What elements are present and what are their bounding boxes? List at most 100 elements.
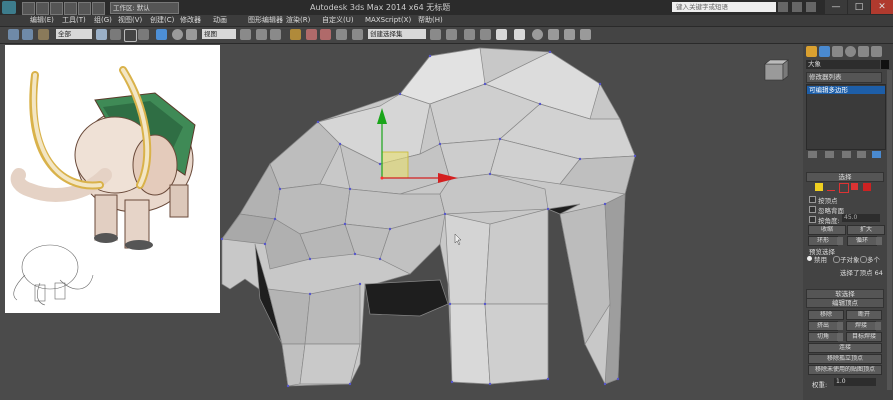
reference-coordinate-dropdown[interactable]: 视图 (202, 29, 236, 39)
break-button[interactable]: 断开 (846, 310, 882, 320)
rotate-icon[interactable] (172, 29, 183, 40)
select-by-name-icon[interactable] (110, 29, 121, 40)
weight-spinner[interactable]: 1.0 (834, 378, 876, 386)
render-production-icon[interactable] (580, 29, 591, 40)
border-mode-icon[interactable] (839, 183, 849, 193)
minimize-button[interactable]: — (825, 0, 847, 14)
create-tab-icon[interactable] (806, 46, 817, 57)
workspace-dropdown[interactable]: 工作区: 默认 (110, 2, 179, 14)
mirror-icon[interactable] (430, 29, 441, 40)
select-object-icon[interactable] (96, 29, 107, 40)
modify-tab-icon[interactable] (819, 46, 830, 57)
utilities-tab-icon[interactable] (871, 46, 882, 57)
preview-multiple-radio[interactable] (860, 256, 867, 263)
object-color-swatch[interactable] (881, 60, 889, 69)
preview-disabled-radio[interactable] (807, 256, 812, 261)
weld-settings-icon[interactable] (875, 322, 881, 330)
save-icon[interactable] (50, 2, 63, 15)
edit-vertices-rollout-header[interactable]: 编辑顶点 (806, 298, 884, 308)
element-mode-icon[interactable] (863, 183, 871, 191)
close-button[interactable]: ✕ (871, 0, 893, 14)
grow-button[interactable]: 扩大 (847, 225, 885, 235)
remove-modifier-icon[interactable] (857, 151, 866, 158)
search-input[interactable]: 键入关键字或短语 (672, 2, 776, 12)
app-logo-icon[interactable] (2, 1, 16, 14)
edit-named-selection-icon[interactable] (352, 29, 363, 40)
menu-maxscript[interactable]: MAXScript(X) (365, 15, 411, 26)
menu-customize[interactable]: 自定义(U) (322, 15, 354, 26)
scale-icon[interactable] (186, 29, 197, 40)
menu-group[interactable]: 组(G) (94, 15, 112, 26)
bind-space-warp-icon[interactable] (38, 29, 49, 40)
angle-spinner[interactable]: 45.0 (842, 214, 880, 222)
select-manipulate-icon[interactable] (256, 29, 267, 40)
unlink-icon[interactable] (22, 29, 33, 40)
align-icon[interactable] (446, 29, 457, 40)
target-weld-button[interactable]: 目标焊接 (846, 332, 882, 342)
hierarchy-tab-icon[interactable] (832, 46, 843, 57)
angle-snap-icon[interactable] (306, 29, 317, 40)
configure-modifier-sets-icon[interactable] (872, 151, 881, 158)
by-angle-checkbox[interactable] (809, 216, 816, 223)
render-setup-icon[interactable] (548, 29, 559, 40)
display-tab-icon[interactable] (858, 46, 869, 57)
menu-create[interactable]: 创建(C) (150, 15, 174, 26)
chamfer-button[interactable]: 切角 (808, 332, 838, 342)
snaps-toggle-icon[interactable] (290, 29, 301, 40)
menu-help[interactable]: 帮助(H) (418, 15, 443, 26)
remove-unused-map-verts-button[interactable]: 移除未使用的贴图顶点 (808, 365, 882, 375)
menu-modifiers[interactable]: 修改器 (180, 15, 201, 26)
keyboard-shortcut-icon[interactable] (270, 29, 281, 40)
menu-animation[interactable]: 动画 (213, 15, 227, 26)
link-icon[interactable] (8, 29, 19, 40)
make-unique-icon[interactable] (842, 151, 851, 158)
weld-button[interactable]: 焊接 (846, 321, 876, 331)
window-crossing-icon[interactable] (138, 29, 149, 40)
ring-spinner[interactable] (837, 237, 843, 245)
curve-editor-icon[interactable] (496, 29, 507, 40)
rectangle-selection-icon[interactable] (124, 29, 137, 42)
maximize-button[interactable]: □ (848, 0, 870, 14)
show-end-result-icon[interactable] (825, 151, 834, 158)
modifier-list-dropdown[interactable]: 修改器列表 (806, 72, 882, 83)
search-icon[interactable] (778, 2, 788, 12)
pivot-center-icon[interactable] (240, 29, 251, 40)
edge-mode-icon[interactable] (827, 184, 835, 191)
chamfer-settings-icon[interactable] (837, 333, 843, 341)
new-icon[interactable] (22, 2, 35, 15)
undo-icon[interactable] (64, 2, 77, 15)
menu-rendering[interactable]: 渲染(R) (286, 15, 310, 26)
extrude-settings-icon[interactable] (837, 322, 843, 330)
pin-stack-icon[interactable] (808, 151, 817, 158)
loop-spinner[interactable] (876, 237, 882, 245)
spinner-snap-icon[interactable] (336, 29, 347, 40)
shrink-button[interactable]: 收缩 (808, 225, 846, 235)
ring-button[interactable]: 环形 (808, 236, 838, 246)
vertex-mode-icon[interactable] (815, 183, 823, 191)
graphite-toggle-icon[interactable] (480, 29, 491, 40)
material-editor-icon[interactable] (532, 29, 543, 40)
menu-views[interactable]: 视图(V) (118, 15, 142, 26)
redo-icon[interactable] (78, 2, 91, 15)
hold-icon[interactable] (92, 2, 105, 15)
remove-button[interactable]: 移除 (808, 310, 844, 320)
percent-snap-icon[interactable] (320, 29, 331, 40)
help-icon[interactable] (806, 2, 816, 12)
stack-item-editable-poly[interactable]: 可编辑多边形 (807, 86, 885, 94)
ignore-backfacing-checkbox[interactable] (809, 206, 816, 213)
extrude-button[interactable]: 挤出 (808, 321, 838, 331)
selection-filter-dropdown[interactable]: 全部 (56, 29, 92, 39)
layer-manager-icon[interactable] (464, 29, 475, 40)
polygon-mode-icon[interactable] (851, 183, 858, 190)
rendered-frame-icon[interactable] (564, 29, 575, 40)
schematic-view-icon[interactable] (514, 29, 525, 40)
connect-button[interactable]: 连接 (808, 343, 882, 353)
menu-tools[interactable]: 工具(T) (62, 15, 86, 26)
motion-tab-icon[interactable] (845, 46, 856, 57)
move-icon[interactable] (156, 29, 167, 40)
selection-rollout-header[interactable]: 选择 (806, 172, 884, 182)
menu-graph-editors[interactable]: 图形编辑器 (248, 15, 283, 26)
by-vertex-checkbox[interactable] (809, 196, 816, 203)
remove-isolated-vertices-button[interactable]: 移除孤立顶点 (808, 354, 882, 364)
preview-subobject-radio[interactable] (833, 256, 840, 263)
